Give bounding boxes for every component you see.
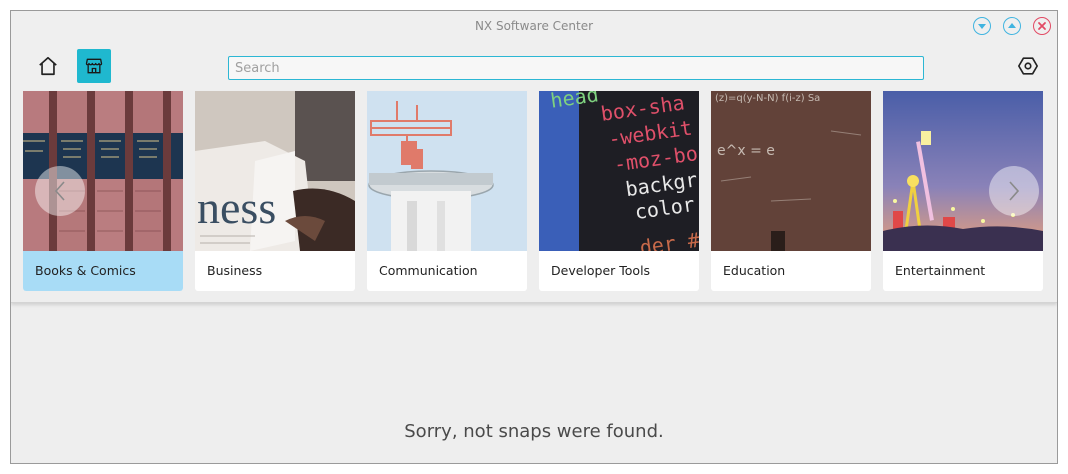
carousel-prev-button[interactable] [35, 166, 85, 216]
category-card-education[interactable]: (z)=q(y-N-N) f(i-z) Sa e^x = e Education [711, 91, 871, 291]
chalk-formula: (z)=q(y-N-N) f(i-z) Sa [715, 93, 820, 104]
window-title: NX Software Center [474, 19, 594, 33]
store-icon [85, 58, 103, 74]
store-button[interactable] [77, 49, 111, 83]
chalk-equation: e^x = e [717, 143, 775, 159]
home-icon [39, 56, 57, 76]
category-card-communication[interactable]: Communication [367, 91, 527, 291]
maximize-button[interactable] [1003, 17, 1021, 35]
hexagon-settings-icon [1018, 57, 1038, 75]
business-image: ness [195, 91, 355, 251]
category-card-business[interactable]: ness Business [195, 91, 355, 291]
education-image: (z)=q(y-N-N) f(i-z) Sa e^x = e [711, 91, 871, 251]
category-label: Books & Comics [23, 251, 183, 291]
empty-results-message: Sorry, not snaps were found. [404, 421, 664, 442]
communication-image [367, 91, 527, 251]
minimize-button[interactable] [973, 17, 991, 35]
title-bar: NX Software Center [11, 11, 1057, 42]
search-input[interactable] [228, 56, 924, 80]
close-icon [1038, 22, 1046, 30]
app-window: NX Software Center Search Books & Comics… [10, 10, 1058, 464]
chevron-up-icon [1008, 23, 1016, 28]
developer-tools-image: head box-sha -webkit -moz-bo backgr colo… [539, 91, 699, 251]
newspaper-headline: ness [197, 182, 276, 233]
chevron-down-icon [978, 24, 986, 29]
settings-button[interactable] [1011, 49, 1045, 83]
category-card-developer-tools[interactable]: head box-sha -webkit -moz-bo backgr colo… [539, 91, 699, 291]
category-carousel: Books & Comics ness Business Communicati… [11, 91, 1057, 303]
category-label: Entertainment [895, 263, 986, 278]
category-label: Education [723, 263, 786, 278]
carousel-next-button[interactable] [989, 166, 1039, 216]
close-button[interactable] [1033, 17, 1051, 35]
home-button[interactable] [31, 49, 65, 83]
category-label: Communication [379, 263, 478, 278]
toolbar [11, 42, 1057, 91]
category-label: Business [207, 263, 263, 278]
chevron-right-icon [1009, 181, 1020, 201]
category-label: Developer Tools [551, 263, 651, 278]
chevron-left-icon [54, 181, 65, 201]
